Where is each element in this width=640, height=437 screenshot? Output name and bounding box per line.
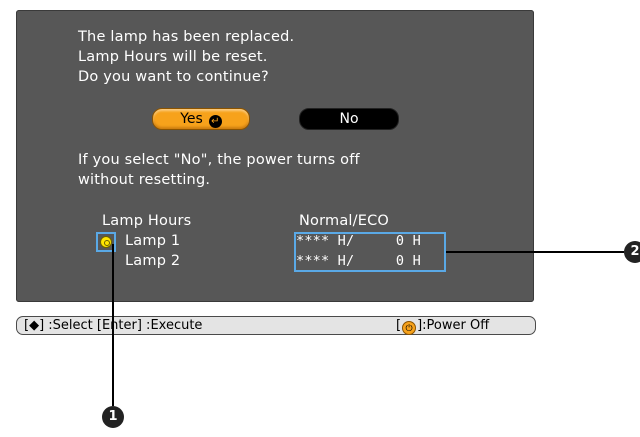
lamp-icon <box>100 236 112 248</box>
no-button[interactable]: No <box>299 108 399 130</box>
callout-2: 2 <box>624 241 640 263</box>
message-line-2: Lamp Hours will be reset. <box>78 49 268 65</box>
lamp-1-hours: **** H/ 0 H <box>296 231 421 251</box>
yes-button[interactable]: Yes ↵ <box>152 108 250 130</box>
lamp-hours-header: Lamp Hours <box>102 213 192 229</box>
no-button-label: No <box>339 111 359 127</box>
note-line-2: without resetting. <box>78 172 211 188</box>
dialog-message: The lamp has been replaced. Lamp Hours w… <box>78 27 294 87</box>
power-off-prefix: [ <box>396 318 402 333</box>
message-line-3: Do you want to continue? <box>78 69 269 85</box>
callout-2-line <box>446 251 624 253</box>
lamp-2-hours: **** H/ 0 H <box>296 251 421 271</box>
note-line-1: If you select "No", the power turns off <box>78 152 360 168</box>
status-power-off: [⏻]:Power Off <box>396 317 489 335</box>
lamp-1-label: Lamp 1 <box>125 233 181 249</box>
yes-button-label: Yes <box>180 111 203 127</box>
normal-eco-header: Normal/ECO <box>299 213 390 229</box>
power-off-label: ]:Power Off <box>417 318 490 333</box>
callout-1-line <box>112 244 114 406</box>
callout-1: 1 <box>102 406 124 428</box>
power-icon: ⏻ <box>402 321 417 335</box>
enter-icon: ↵ <box>208 115 222 128</box>
lamp-1-hours-value: **** H/ 0 H <box>296 233 421 249</box>
dialog-note: If you select "No", the power turns off … <box>78 150 360 190</box>
lamp-2-hours-value: **** H/ 0 H <box>296 253 421 269</box>
status-bar: [◆] :Select [Enter] :Execute [⏻]:Power O… <box>16 316 536 335</box>
lamp-2-label: Lamp 2 <box>125 253 181 269</box>
message-line-1: The lamp has been replaced. <box>78 29 295 45</box>
lamp-reset-dialog: The lamp has been replaced. Lamp Hours w… <box>16 10 534 302</box>
